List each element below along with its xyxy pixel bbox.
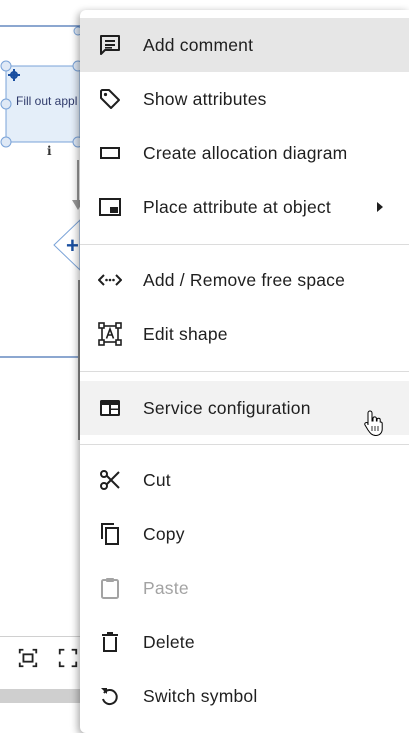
menu-item-label: Place attribute at object [143,196,331,217]
free-space-icon [98,274,122,286]
menu-item-label: Add / Remove free space [143,269,346,290]
menu-item-add-remove-free-space[interactable]: Add / Remove free space [80,253,409,307]
canvas-toolbar [0,636,80,683]
menu-item-edit-shape[interactable]: Edit shape [80,307,409,361]
edit-shape-icon [98,322,122,346]
fit-to-screen-icon[interactable] [17,647,43,673]
service-configuration-icon [100,400,120,416]
menu-divider [80,444,409,445]
menu-divider [80,371,409,372]
hand-cursor-icon [364,410,383,437]
shape-label: Fill out appl [16,94,78,108]
info-icon: i [47,144,52,158]
picture-in-picture-icon [99,198,121,216]
menu-item-label: Service configuration [143,397,311,418]
trash-icon [102,632,118,652]
menu-item-cut[interactable]: Cut [80,453,409,507]
menu-item-label: Delete [143,631,195,652]
menu-item-label: Paste [143,577,189,598]
rectangle-icon [100,147,120,159]
plus-icon: + [66,233,79,258]
menu-item-create-allocation-diagram[interactable]: Create allocation diagram [80,126,409,180]
menu-item-show-attributes[interactable]: Show attributes [80,72,409,126]
tag-icon [100,89,120,109]
menu-item-delete[interactable]: Delete [80,615,409,669]
menu-item-service-configuration[interactable]: Service configuration [80,381,409,435]
menu-item-label: Cut [143,469,171,490]
menu-item-label: Copy [143,523,185,544]
scissors-icon [100,470,120,490]
menu-item-copy[interactable]: Copy [80,507,409,561]
menu-item-paste[interactable]: Paste [80,561,409,615]
clipboard-icon [101,578,119,599]
copy-icon [101,523,119,545]
menu-item-label: Show attributes [143,88,267,109]
comment-icon [100,35,120,55]
horizontal-scrollbar[interactable] [0,689,90,703]
menu-item-switch-symbol[interactable]: Switch symbol [80,669,409,723]
menu-divider [80,244,409,245]
menu-item-add-comment[interactable]: Add comment [80,18,409,72]
menu-item-label: Edit shape [143,323,228,344]
context-menu: Add comment Show attributes Create alloc… [80,10,409,733]
menu-item-place-attribute-at-object[interactable]: Place attribute at object [80,180,409,234]
menu-item-label: Create allocation diagram [143,142,348,163]
menu-item-label: Add comment [143,34,254,55]
menu-item-label: Switch symbol [143,685,258,706]
submenu-arrow-icon [377,202,383,212]
rotate-icon [101,688,118,706]
